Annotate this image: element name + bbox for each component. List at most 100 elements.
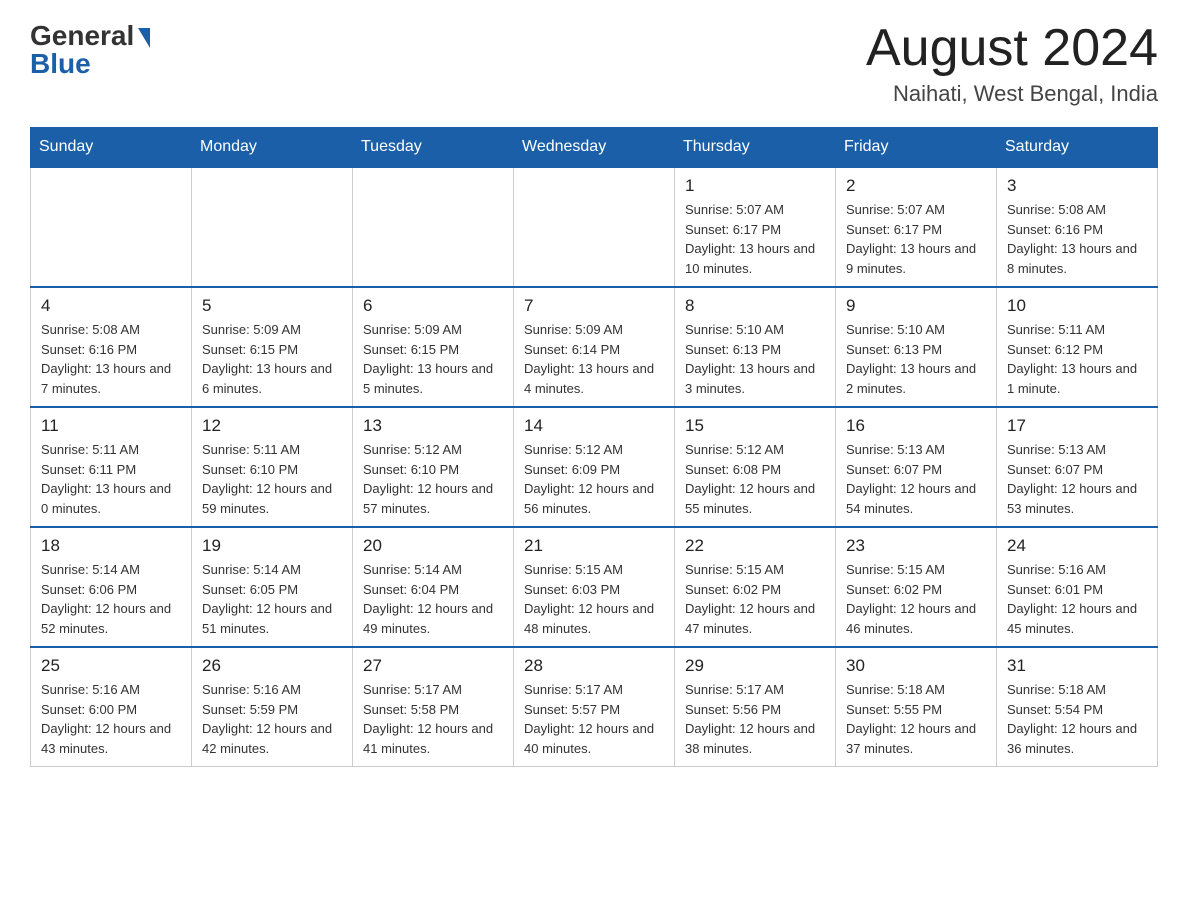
day-info: Sunrise: 5:15 AMSunset: 6:02 PMDaylight:…: [685, 560, 825, 638]
month-title: August 2024: [866, 20, 1158, 77]
calendar-cell-3-2: 20 Sunrise: 5:14 AMSunset: 6:04 PMDayligh…: [353, 527, 514, 647]
day-number: 11: [41, 416, 181, 436]
day-info: Sunrise: 5:15 AMSunset: 6:03 PMDaylight:…: [524, 560, 664, 638]
day-number: 6: [363, 296, 503, 316]
logo-blue-text: Blue: [30, 48, 91, 80]
day-number: 1: [685, 176, 825, 196]
calendar-cell-4-0: 25 Sunrise: 5:16 AMSunset: 6:00 PMDayligh…: [31, 647, 192, 767]
day-number: 30: [846, 656, 986, 676]
day-number: 28: [524, 656, 664, 676]
day-info: Sunrise: 5:09 AMSunset: 6:15 PMDaylight:…: [202, 320, 342, 398]
day-number: 15: [685, 416, 825, 436]
calendar-cell-0-5: 2 Sunrise: 5:07 AMSunset: 6:17 PMDaylight…: [836, 167, 997, 287]
day-info: Sunrise: 5:14 AMSunset: 6:04 PMDaylight:…: [363, 560, 503, 638]
week-row-4: 18Sunrise: 5:14 AMSunset: 6:06 PMDayligh…: [31, 527, 1158, 647]
week-row-3: 11Sunrise: 5:11 AMSunset: 6:11 PMDayligh…: [31, 407, 1158, 527]
calendar-cell-2-1: 12 Sunrise: 5:11 AMSunset: 6:10 PMDayligh…: [192, 407, 353, 527]
day-number: 17: [1007, 416, 1147, 436]
calendar-cell-4-2: 27 Sunrise: 5:17 AMSunset: 5:58 PMDayligh…: [353, 647, 514, 767]
day-info: Sunrise: 5:16 AMSunset: 6:00 PMDaylight:…: [41, 680, 181, 758]
day-number: 26: [202, 656, 342, 676]
day-number: 20: [363, 536, 503, 556]
calendar-cell-4-3: 28 Sunrise: 5:17 AMSunset: 5:57 PMDayligh…: [514, 647, 675, 767]
calendar-cell-4-1: 26 Sunrise: 5:16 AMSunset: 5:59 PMDayligh…: [192, 647, 353, 767]
day-number: 10: [1007, 296, 1147, 316]
day-number: 9: [846, 296, 986, 316]
logo-arrow-icon: [138, 28, 150, 48]
calendar-cell-3-6: 24 Sunrise: 5:16 AMSunset: 6:01 PMDayligh…: [997, 527, 1158, 647]
day-info: Sunrise: 5:13 AMSunset: 6:07 PMDaylight:…: [1007, 440, 1147, 518]
location: Naihati, West Bengal, India: [866, 81, 1158, 107]
day-info: Sunrise: 5:16 AMSunset: 6:01 PMDaylight:…: [1007, 560, 1147, 638]
header-friday: Friday: [836, 128, 997, 168]
day-info: Sunrise: 5:11 AMSunset: 6:12 PMDaylight:…: [1007, 320, 1147, 398]
day-info: Sunrise: 5:13 AMSunset: 6:07 PMDaylight:…: [846, 440, 986, 518]
calendar-cell-4-5: 30Sunrise: 5:18 AMSunset: 5:55 PMDayligh…: [836, 647, 997, 767]
day-number: 4: [41, 296, 181, 316]
calendar-cell-2-5: 16 Sunrise: 5:13 AMSunset: 6:07 PMDayligh…: [836, 407, 997, 527]
day-info: Sunrise: 5:08 AMSunset: 6:16 PMDaylight:…: [1007, 200, 1147, 278]
day-number: 29: [685, 656, 825, 676]
day-number: 14: [524, 416, 664, 436]
calendar-cell-0-6: 3 Sunrise: 5:08 AMSunset: 6:16 PMDaylight…: [997, 167, 1158, 287]
calendar-cell-1-3: 7Sunrise: 5:09 AMSunset: 6:14 PMDaylight…: [514, 287, 675, 407]
calendar-cell-0-4: 1 Sunrise: 5:07 AMSunset: 6:17 PMDaylight…: [675, 167, 836, 287]
day-number: 16: [846, 416, 986, 436]
day-info: Sunrise: 5:17 AMSunset: 5:58 PMDaylight:…: [363, 680, 503, 758]
day-number: 19: [202, 536, 342, 556]
logo: General Blue: [30, 20, 150, 80]
day-number: 31: [1007, 656, 1147, 676]
day-info: Sunrise: 5:18 AMSunset: 5:54 PMDaylight:…: [1007, 680, 1147, 758]
header-sunday: Sunday: [31, 128, 192, 168]
day-info: Sunrise: 5:10 AMSunset: 6:13 PMDaylight:…: [846, 320, 986, 398]
calendar-cell-3-0: 18Sunrise: 5:14 AMSunset: 6:06 PMDayligh…: [31, 527, 192, 647]
calendar-cell-3-1: 19 Sunrise: 5:14 AMSunset: 6:05 PMDayligh…: [192, 527, 353, 647]
header-thursday: Thursday: [675, 128, 836, 168]
calendar-cell-3-4: 22 Sunrise: 5:15 AMSunset: 6:02 PMDayligh…: [675, 527, 836, 647]
day-info: Sunrise: 5:07 AMSunset: 6:17 PMDaylight:…: [846, 200, 986, 278]
calendar-cell-2-6: 17 Sunrise: 5:13 AMSunset: 6:07 PMDayligh…: [997, 407, 1158, 527]
day-number: 8: [685, 296, 825, 316]
day-info: Sunrise: 5:17 AMSunset: 5:57 PMDaylight:…: [524, 680, 664, 758]
week-row-2: 4 Sunrise: 5:08 AMSunset: 6:16 PMDaylight…: [31, 287, 1158, 407]
day-info: Sunrise: 5:12 AMSunset: 6:08 PMDaylight:…: [685, 440, 825, 518]
day-info: Sunrise: 5:14 AMSunset: 6:06 PMDaylight:…: [41, 560, 181, 638]
day-number: 3: [1007, 176, 1147, 196]
header-wednesday: Wednesday: [514, 128, 675, 168]
calendar-cell-1-1: 5 Sunrise: 5:09 AMSunset: 6:15 PMDaylight…: [192, 287, 353, 407]
day-number: 12: [202, 416, 342, 436]
calendar-cell-1-2: 6Sunrise: 5:09 AMSunset: 6:15 PMDaylight…: [353, 287, 514, 407]
day-info: Sunrise: 5:14 AMSunset: 6:05 PMDaylight:…: [202, 560, 342, 638]
day-info: Sunrise: 5:15 AMSunset: 6:02 PMDaylight:…: [846, 560, 986, 638]
day-info: Sunrise: 5:12 AMSunset: 6:09 PMDaylight:…: [524, 440, 664, 518]
calendar-cell-2-3: 14 Sunrise: 5:12 AMSunset: 6:09 PMDayligh…: [514, 407, 675, 527]
day-number: 27: [363, 656, 503, 676]
day-info: Sunrise: 5:16 AMSunset: 5:59 PMDaylight:…: [202, 680, 342, 758]
header-saturday: Saturday: [997, 128, 1158, 168]
day-number: 2: [846, 176, 986, 196]
calendar-cell-0-0: [31, 167, 192, 287]
calendar-cell-2-2: 13 Sunrise: 5:12 AMSunset: 6:10 PMDayligh…: [353, 407, 514, 527]
day-number: 24: [1007, 536, 1147, 556]
calendar-cell-3-5: 23Sunrise: 5:15 AMSunset: 6:02 PMDayligh…: [836, 527, 997, 647]
header-tuesday: Tuesday: [353, 128, 514, 168]
calendar-cell-1-6: 10 Sunrise: 5:11 AMSunset: 6:12 PMDayligh…: [997, 287, 1158, 407]
day-number: 25: [41, 656, 181, 676]
calendar-cell-2-0: 11Sunrise: 5:11 AMSunset: 6:11 PMDayligh…: [31, 407, 192, 527]
day-info: Sunrise: 5:11 AMSunset: 6:10 PMDaylight:…: [202, 440, 342, 518]
calendar-cell-2-4: 15 Sunrise: 5:12 AMSunset: 6:08 PMDayligh…: [675, 407, 836, 527]
day-number: 22: [685, 536, 825, 556]
calendar-table: Sunday Monday Tuesday Wednesday Thursday…: [30, 127, 1158, 767]
weekday-header-row: Sunday Monday Tuesday Wednesday Thursday…: [31, 128, 1158, 168]
day-number: 13: [363, 416, 503, 436]
day-info: Sunrise: 5:08 AMSunset: 6:16 PMDaylight:…: [41, 320, 181, 398]
calendar-cell-0-2: [353, 167, 514, 287]
day-info: Sunrise: 5:12 AMSunset: 6:10 PMDaylight:…: [363, 440, 503, 518]
day-number: 5: [202, 296, 342, 316]
calendar-cell-3-3: 21Sunrise: 5:15 AMSunset: 6:03 PMDayligh…: [514, 527, 675, 647]
page-header: General Blue August 2024 Naihati, West B…: [30, 20, 1158, 107]
title-area: August 2024 Naihati, West Bengal, India: [866, 20, 1158, 107]
calendar-cell-0-1: [192, 167, 353, 287]
week-row-5: 25 Sunrise: 5:16 AMSunset: 6:00 PMDayligh…: [31, 647, 1158, 767]
day-info: Sunrise: 5:07 AMSunset: 6:17 PMDaylight:…: [685, 200, 825, 278]
